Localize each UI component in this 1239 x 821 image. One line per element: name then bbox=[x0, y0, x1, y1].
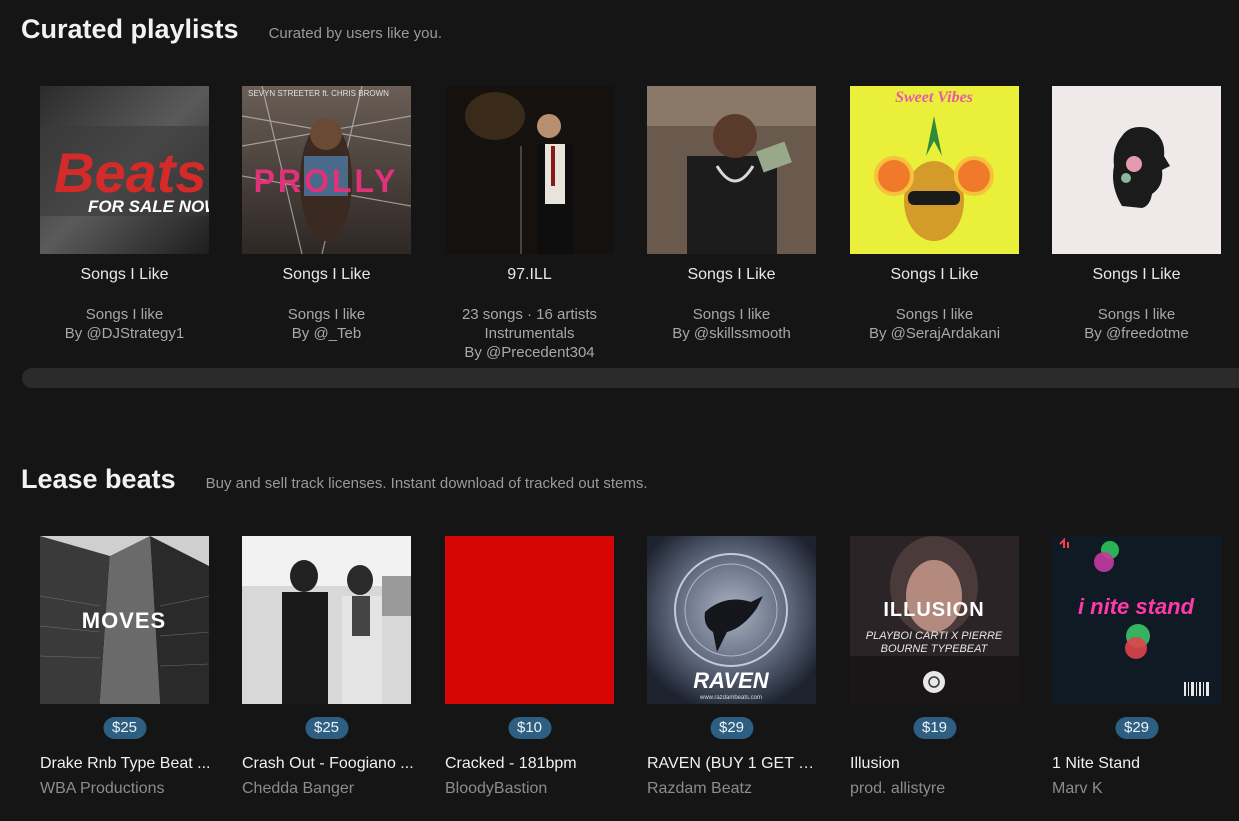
playlist-description: Instrumentals bbox=[484, 325, 575, 342]
playlist-owner[interactable]: By @_Teb bbox=[222, 324, 431, 343]
price-badge[interactable]: $10 bbox=[507, 717, 552, 739]
art-text: FOR SALE NOW bbox=[88, 197, 209, 216]
playlist-description: Songs I like bbox=[895, 306, 974, 323]
playlist-title[interactable]: Songs I Like bbox=[222, 266, 431, 284]
art-text: MOVES bbox=[82, 608, 166, 633]
beat-cover[interactable]: ILLUSION PLAYBOI CARTI X PIERRE BOURNE T… bbox=[850, 536, 1019, 704]
playlist-cover[interactable]: Beats FOR SALE NOW bbox=[40, 86, 209, 254]
beat-artist[interactable]: Chedda Banger bbox=[242, 780, 354, 798]
playlist-title[interactable]: 97.ILL bbox=[425, 266, 634, 284]
lease-header: Lease beats Buy and sell track licenses.… bbox=[21, 464, 648, 495]
playlist-stats: 23 songs · 16 artists bbox=[461, 306, 598, 323]
price-badge[interactable]: $29 bbox=[709, 717, 754, 739]
art-text: www.razdambeats.com bbox=[699, 695, 762, 701]
art-text: PROLLY bbox=[254, 163, 399, 199]
beat-title[interactable]: Drake Rnb Type Beat ... bbox=[40, 755, 215, 773]
beat-artist[interactable]: Marv K bbox=[1052, 780, 1103, 798]
playlist-cover[interactable]: Sweet Vibes bbox=[850, 86, 1019, 254]
curated-playlists-section: Curated playlists Curated by users like … bbox=[0, 0, 1239, 400]
playlist-owner[interactable]: By @DJStrategy1 bbox=[20, 324, 229, 343]
playlist-cover[interactable] bbox=[1052, 86, 1221, 254]
beat-artist[interactable]: prod. allistyre bbox=[850, 780, 945, 798]
curated-header: Curated playlists Curated by users like … bbox=[21, 14, 442, 45]
section-subtitle: Curated by users like you. bbox=[268, 25, 442, 42]
beat-title[interactable]: Illusion bbox=[850, 755, 1025, 773]
beat-title[interactable]: Crash Out - Foogiano ... bbox=[242, 755, 417, 773]
beat-cover[interactable] bbox=[445, 536, 614, 704]
art-text: ILLUSION bbox=[883, 599, 984, 621]
playlist-cover[interactable] bbox=[445, 86, 614, 254]
beat-cover[interactable]: MOVES bbox=[40, 536, 209, 704]
art-text: i nite stand bbox=[1078, 594, 1195, 619]
beat-title[interactable]: Cracked - 181bpm bbox=[445, 755, 620, 773]
beat-cover[interactable]: RAVEN www.razdambeats.com bbox=[647, 536, 816, 704]
art-text: Beats bbox=[54, 141, 207, 204]
playlist-owner[interactable]: By @freedotme bbox=[1032, 324, 1239, 343]
playlist-description: Songs I like bbox=[287, 306, 366, 323]
art-text: PLAYBOI CARTI X PIERRE bbox=[866, 630, 1003, 642]
playlist-cover[interactable]: SEVYN STREETER ft. CHRIS BROWN PROLLY bbox=[242, 86, 411, 254]
playlist-owner[interactable]: By @Precedent304 bbox=[425, 343, 634, 362]
lease-beats-section: Lease beats Buy and sell track licenses.… bbox=[0, 450, 1239, 821]
playlist-owner[interactable]: By @skillssmooth bbox=[627, 324, 836, 343]
price-badge[interactable]: $25 bbox=[102, 717, 147, 739]
section-title: Curated playlists bbox=[21, 14, 239, 44]
price-badge[interactable]: $19 bbox=[912, 717, 957, 739]
section-title: Lease beats bbox=[21, 464, 176, 494]
art-text: BOURNE TYPEBEAT bbox=[881, 643, 989, 655]
art-text: SEVYN STREETER ft. CHRIS BROWN bbox=[248, 89, 389, 98]
beat-title[interactable]: RAVEN (BUY 1 GET 4 ... bbox=[647, 755, 822, 773]
horizontal-scrollbar[interactable] bbox=[22, 368, 1239, 388]
price-badge[interactable]: $29 bbox=[1114, 717, 1159, 739]
playlist-owner[interactable]: By @SerajArdakani bbox=[830, 324, 1039, 343]
price-badge[interactable]: $25 bbox=[304, 717, 349, 739]
playlist-description: Songs I like bbox=[1097, 306, 1176, 323]
beat-cover[interactable]: i nite stand bbox=[1052, 536, 1221, 704]
playlist-title[interactable]: Songs I Like bbox=[830, 266, 1039, 284]
playlist-title[interactable]: Songs I Like bbox=[20, 266, 229, 284]
playlist-description: Songs I like bbox=[692, 306, 771, 323]
playlist-title[interactable]: Songs I Like bbox=[627, 266, 836, 284]
section-subtitle: Buy and sell track licenses. Instant dow… bbox=[205, 475, 648, 492]
beat-artist[interactable]: Razdam Beatz bbox=[647, 780, 752, 798]
art-text: RAVEN bbox=[693, 668, 769, 693]
playlist-title[interactable]: Songs I Like bbox=[1032, 266, 1239, 284]
beat-title[interactable]: 1 Nite Stand bbox=[1052, 755, 1227, 773]
playlist-description: Songs I like bbox=[85, 306, 164, 323]
beat-artist[interactable]: BloodyBastion bbox=[445, 780, 547, 798]
art-text: Sweet Vibes bbox=[895, 89, 973, 106]
playlist-cover[interactable] bbox=[647, 86, 816, 254]
beat-cover[interactable] bbox=[242, 536, 411, 704]
beat-artist[interactable]: WBA Productions bbox=[40, 780, 165, 798]
